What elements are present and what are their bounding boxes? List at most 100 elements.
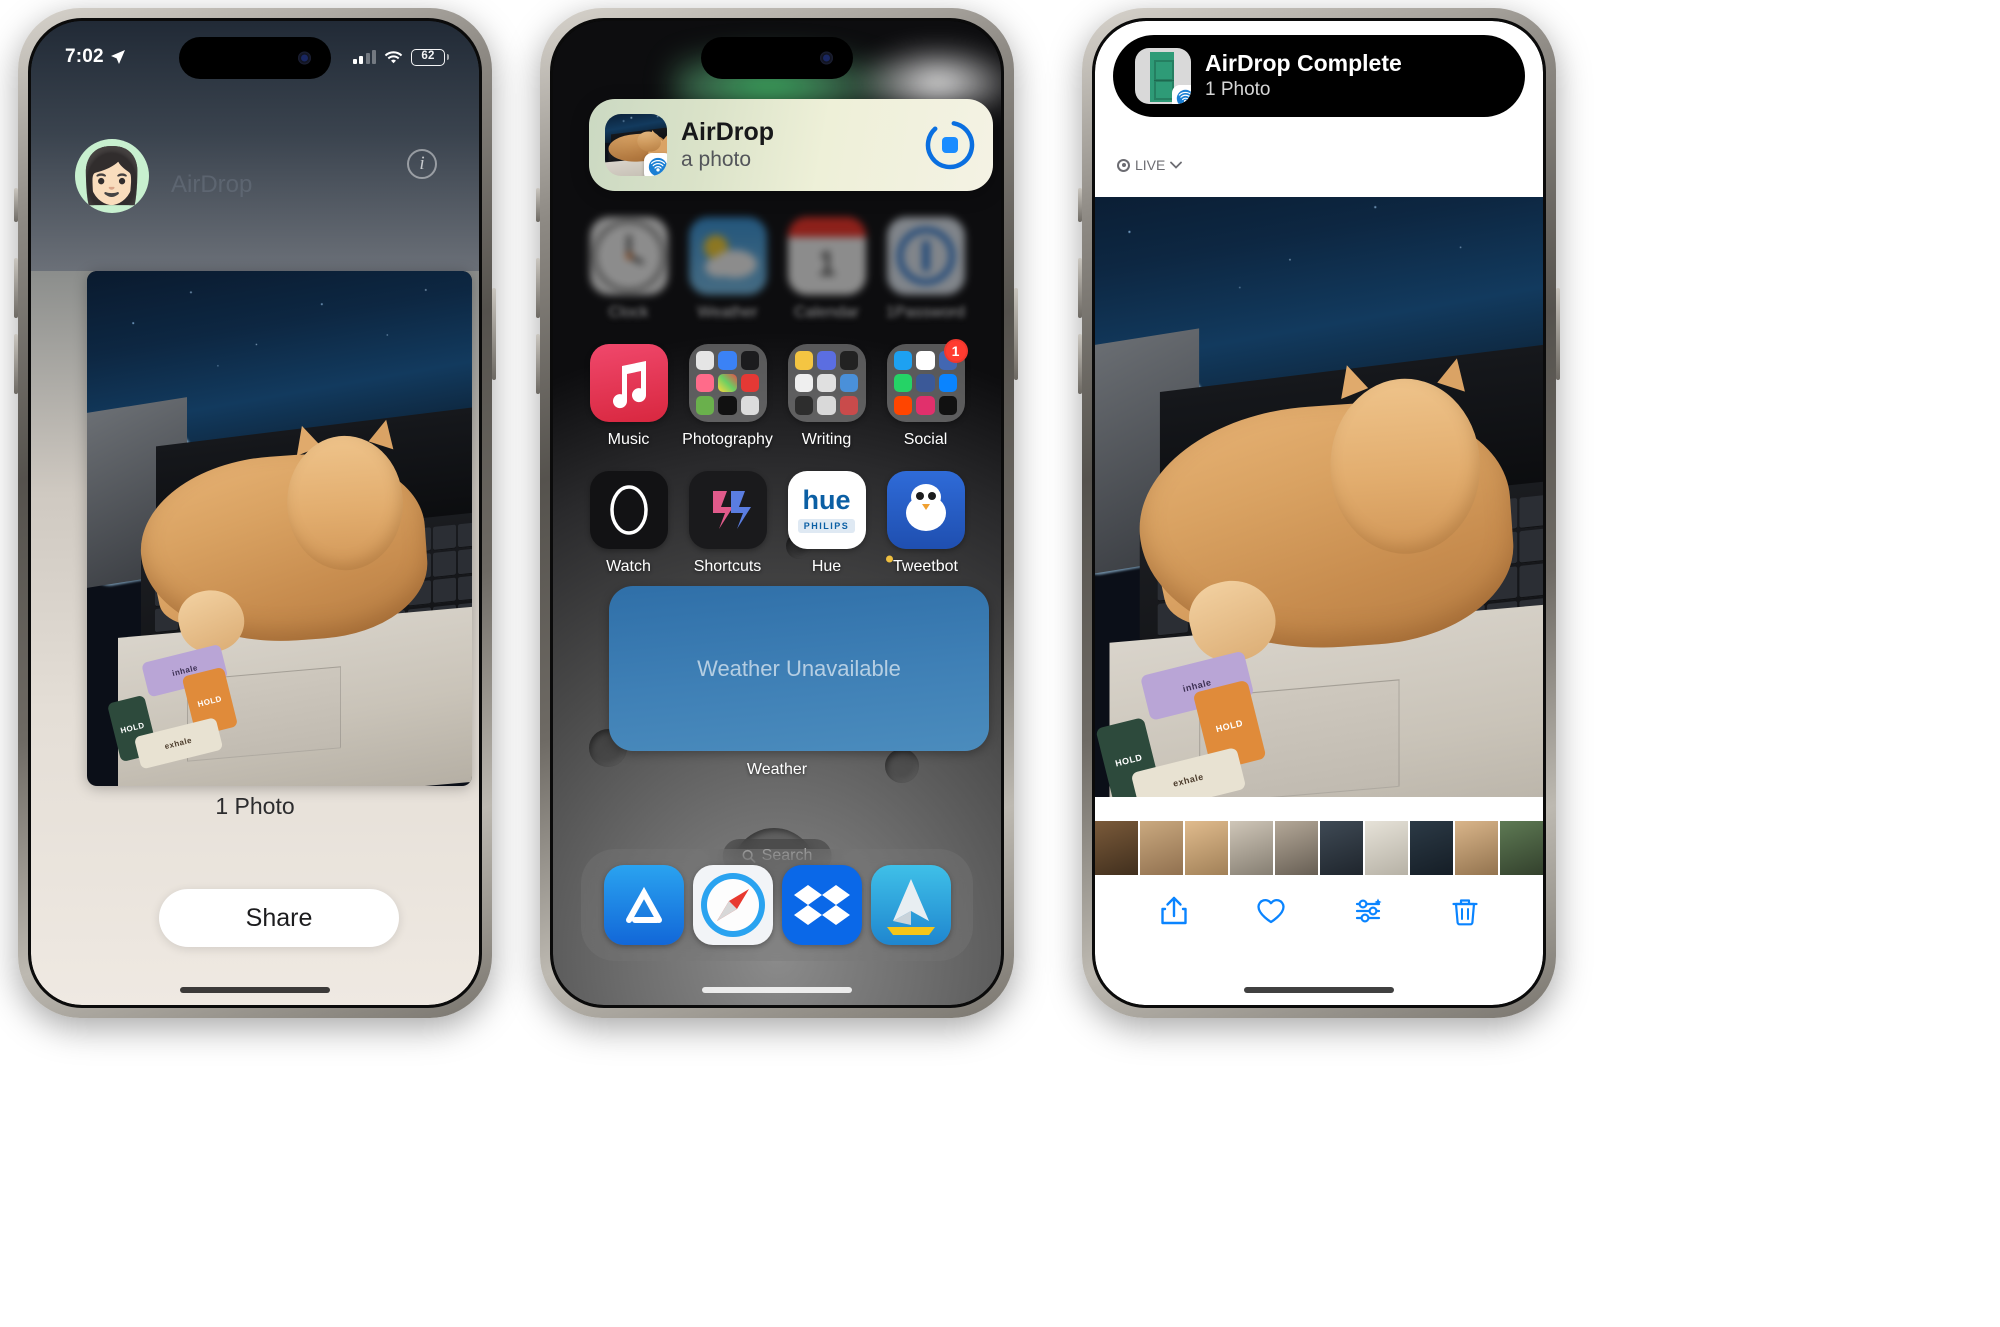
phone-2-home-screen: AirDrop a photo Clock Weather 1 Calendar… (536, 8, 1018, 1018)
shortcuts-icon (688, 471, 767, 549)
phone-1-screen: 7:02 62 👩🏻 AirDrop i HOLD inhale HOLD ex… (31, 21, 479, 1005)
app-1password[interactable]: 1Password (883, 217, 969, 322)
tweetbot-icon (886, 471, 965, 549)
volume-up-button[interactable] (536, 258, 540, 318)
app-calendar[interactable]: 1 Calendar (784, 217, 870, 322)
power-button[interactable] (492, 288, 496, 380)
clock-icon (589, 217, 668, 295)
screenshot-stage: 7:02 62 👩🏻 AirDrop i HOLD inhale HOLD ex… (0, 0, 2000, 1327)
app-label: 1Password (885, 304, 966, 321)
share-button[interactable]: Share (159, 889, 399, 947)
philips-wordmark: PHILIPS (797, 519, 856, 533)
folder-icon (787, 344, 866, 422)
airdrop-banner[interactable]: AirDrop a photo (589, 99, 993, 191)
mute-switch[interactable] (536, 188, 540, 222)
notification-thumbnail (1135, 48, 1191, 104)
edit-button[interactable] (1351, 894, 1385, 928)
favorite-button[interactable] (1254, 894, 1288, 928)
dropbox-icon[interactable] (781, 865, 862, 945)
info-button[interactable]: i (407, 149, 437, 179)
hue-icon: hue PHILIPS (787, 471, 866, 549)
power-button[interactable] (1014, 288, 1018, 380)
app-label: Watch (606, 558, 651, 575)
music-icon (589, 344, 668, 422)
home-indicator[interactable] (180, 987, 330, 993)
app-folder-photography[interactable]: Photography (682, 344, 773, 449)
dynamic-island[interactable] (701, 37, 853, 79)
shared-photo-preview[interactable]: HOLD inhale HOLD exhale (87, 271, 472, 786)
cellular-signal-icon (352, 50, 376, 64)
badge-count: 1 (943, 339, 968, 363)
weather-widget-label: Weather (746, 761, 808, 778)
app-watch[interactable]: Watch (586, 471, 672, 576)
calendar-icon: 1 (787, 217, 866, 295)
hue-wordmark: hue (802, 485, 851, 515)
onepassword-icon (886, 217, 965, 295)
stop-transfer-button[interactable] (923, 118, 977, 172)
airdrop-glyph (1176, 89, 1191, 104)
airdrop-banner-title: AirDrop (681, 118, 775, 147)
app-label: Music (607, 431, 650, 448)
airdrop-glyph (648, 157, 667, 176)
folder-icon (688, 344, 767, 422)
power-button[interactable] (1556, 288, 1560, 380)
volume-down-button[interactable] (536, 334, 540, 394)
photo-filmstrip[interactable] (1095, 821, 1543, 883)
svg-text:1: 1 (817, 245, 836, 283)
front-camera-icon (820, 51, 833, 65)
volume-down-button[interactable] (1078, 334, 1082, 394)
safari-icon[interactable] (692, 865, 773, 945)
spark-icon[interactable] (870, 865, 951, 945)
weather-icon (688, 217, 767, 295)
cat-photo: HOLD inhale HOLD exhale (87, 271, 472, 786)
heart-icon (1256, 898, 1285, 924)
app-label: Social (903, 431, 948, 448)
progress-ring-icon (925, 120, 975, 170)
app-music[interactable]: Music (586, 344, 672, 449)
dock (581, 849, 973, 961)
app-folder-writing[interactable]: Writing (784, 344, 870, 449)
share-button[interactable] (1157, 894, 1191, 928)
photo-toolbar (1095, 875, 1543, 947)
mute-switch[interactable] (1078, 188, 1082, 222)
home-indicator[interactable] (702, 987, 852, 993)
appstore-icon[interactable] (603, 865, 684, 945)
weather-widget-text: Weather Unavailable (697, 655, 901, 681)
adjust-icon (1355, 898, 1381, 923)
app-hue[interactable]: hue PHILIPS Hue (784, 471, 870, 576)
battery-percent: 62 (421, 50, 435, 63)
notification-subtitle: 1 Photo (1205, 78, 1271, 100)
status-time: 7:02 (65, 46, 104, 67)
airdrop-icon (1172, 85, 1191, 104)
app-shortcuts[interactable]: Shortcuts (685, 471, 771, 576)
weather-widget[interactable]: Weather Unavailable (609, 586, 989, 751)
app-folder-social[interactable]: 1 Social (883, 339, 969, 449)
volume-down-button[interactable] (14, 334, 18, 394)
app-row-2: Watch Shortcuts hue PHILIPS Hue Tweetbot (553, 471, 1001, 576)
photo-count-label: 1 Photo (215, 793, 295, 819)
app-label: Tweetbot (893, 558, 958, 575)
app-label: Weather (697, 304, 758, 321)
airdrop-complete-notification[interactable]: AirDrop Complete 1 Photo (1113, 35, 1525, 117)
live-label: LIVE (1135, 157, 1166, 173)
app-clock[interactable]: Clock (586, 217, 672, 322)
home-indicator[interactable] (1244, 987, 1394, 993)
notification-title: AirDrop Complete (1205, 50, 1402, 77)
share-icon (1160, 896, 1187, 925)
photo-viewer[interactable]: HOLD inhale HOLD exhale (1095, 197, 1543, 797)
phone-1-share-sheet: 7:02 62 👩🏻 AirDrop i HOLD inhale HOLD ex… (14, 8, 496, 1018)
phone-2-screen: AirDrop a photo Clock Weather 1 Calendar… (553, 21, 1001, 1005)
volume-up-button[interactable] (14, 258, 18, 318)
volume-up-button[interactable] (1078, 258, 1082, 318)
airdrop-label: AirDrop (171, 171, 253, 198)
delete-button[interactable] (1448, 894, 1482, 928)
location-arrow-icon (110, 50, 125, 64)
airdrop-icon (644, 153, 667, 176)
live-photo-badge[interactable]: LIVE (1117, 157, 1183, 173)
dynamic-island[interactable] (179, 37, 331, 79)
mute-switch[interactable] (14, 188, 18, 222)
app-weather[interactable]: Weather (685, 217, 771, 322)
watch-icon (589, 471, 668, 549)
app-tweetbot[interactable]: Tweetbot (883, 471, 969, 576)
app-label: Clock (608, 304, 649, 321)
